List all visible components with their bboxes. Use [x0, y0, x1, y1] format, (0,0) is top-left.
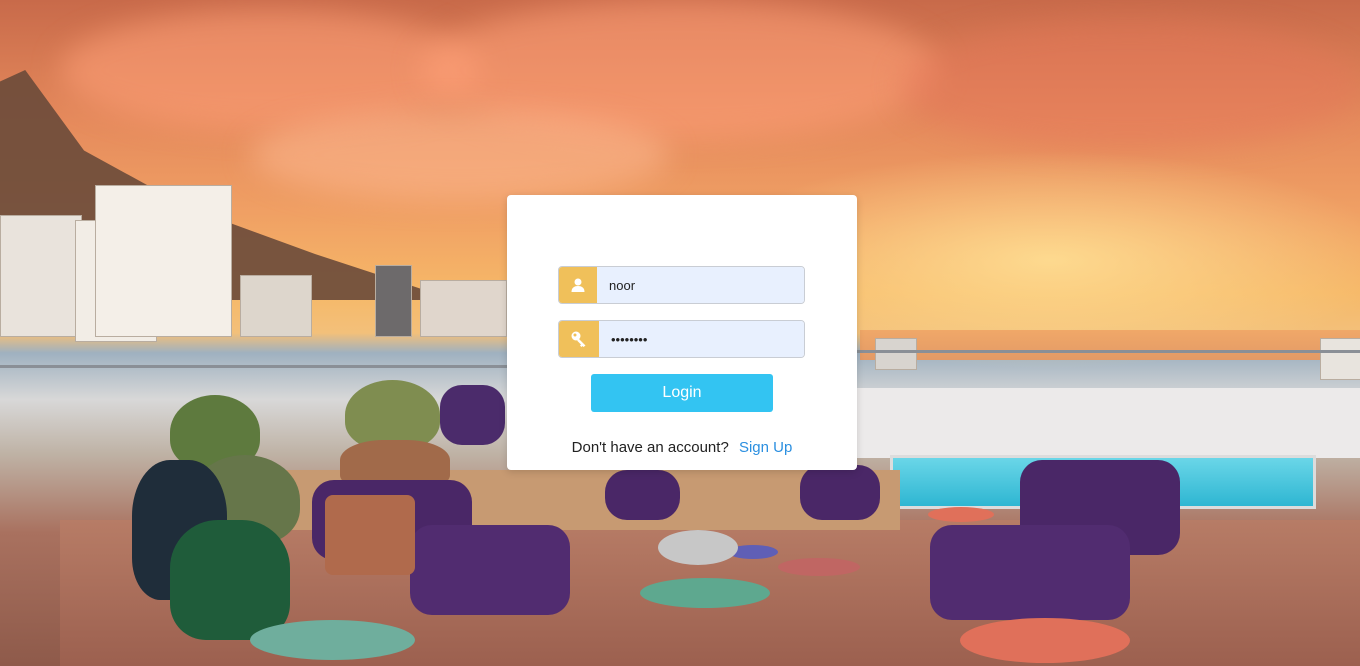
key-icon	[559, 321, 599, 357]
password-field	[558, 320, 805, 358]
user-icon	[559, 267, 597, 303]
login-card: Login Don't have an account? Sign Up	[507, 195, 857, 470]
signup-row: Don't have an account? Sign Up	[507, 439, 857, 456]
signup-link[interactable]: Sign Up	[739, 439, 792, 456]
username-input[interactable]	[597, 267, 804, 303]
username-field	[558, 266, 805, 304]
password-input[interactable]	[599, 321, 804, 357]
login-button[interactable]: Login	[591, 374, 773, 412]
signup-prompt: Don't have an account?	[571, 439, 729, 456]
